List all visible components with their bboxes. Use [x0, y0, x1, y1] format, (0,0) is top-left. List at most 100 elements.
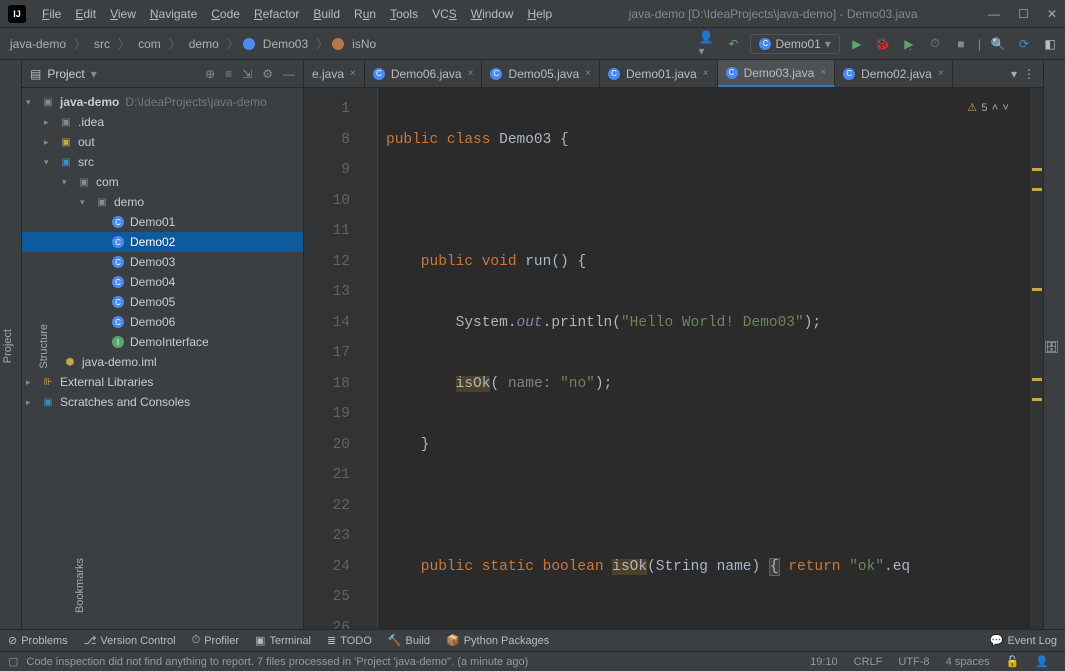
tab-demo05[interactable]: CDemo05.java×: [482, 60, 600, 87]
close-icon[interactable]: ×: [468, 68, 474, 79]
menu-navigate[interactable]: Navigate: [144, 5, 203, 23]
marker-strip[interactable]: [1029, 88, 1043, 629]
tool-build[interactable]: 🔨 Build: [388, 634, 430, 647]
menu-run[interactable]: Run: [348, 5, 382, 23]
chevron-down-icon[interactable]: ˅: [1002, 94, 1009, 125]
debug-icon[interactable]: 🐞: [874, 35, 892, 53]
tool-python[interactable]: 📦 Python Packages: [446, 634, 549, 647]
tool-eventlog[interactable]: 💬 Event Log: [990, 634, 1057, 647]
menu-window[interactable]: Window: [465, 5, 520, 23]
close-icon[interactable]: ×: [703, 68, 709, 79]
sync-icon[interactable]: ⟳: [1015, 35, 1033, 53]
menu-vcs[interactable]: VCS: [426, 5, 463, 23]
tool-project[interactable]: Project: [0, 321, 16, 371]
close-button[interactable]: ✕: [1047, 7, 1057, 21]
tab-demo01[interactable]: CDemo01.java×: [600, 60, 718, 87]
menu-refactor[interactable]: Refactor: [248, 5, 305, 23]
coverage-icon[interactable]: ▶̣: [900, 35, 918, 53]
menu-help[interactable]: Help: [521, 5, 558, 23]
tool-problems[interactable]: ⊘ Problems: [8, 634, 68, 647]
tool-terminal[interactable]: ▣ Terminal: [255, 634, 311, 647]
status-icon[interactable]: ▢: [8, 655, 18, 668]
tree-demo06[interactable]: CDemo06: [22, 312, 303, 332]
chevron-up-icon[interactable]: ˄: [992, 94, 999, 125]
class-icon: C: [112, 216, 124, 228]
readonly-icon[interactable]: 🔓: [998, 655, 1028, 668]
tree-demo02[interactable]: CDemo02: [22, 232, 303, 252]
close-icon[interactable]: ×: [820, 67, 826, 78]
class-icon: C: [759, 38, 771, 50]
search-icon[interactable]: 🔍: [989, 35, 1007, 53]
crumb-project[interactable]: java-demo: [6, 35, 70, 53]
tree-src[interactable]: ▾▣src: [22, 152, 303, 172]
run-icon[interactable]: ▶: [848, 35, 866, 53]
db-icon[interactable]: 🗄: [1044, 340, 1059, 354]
menu-build[interactable]: Build: [307, 5, 346, 23]
hide-icon[interactable]: —: [283, 67, 295, 81]
more-icon[interactable]: ⋮: [1023, 67, 1035, 81]
tool-profiler[interactable]: ⏱ Profiler: [192, 634, 239, 647]
tree-iml[interactable]: ⬢java-demo.iml: [22, 352, 303, 372]
target-icon[interactable]: ⊕: [205, 67, 215, 81]
nav-toolbar: java-demo 〉 src 〉 com 〉 demo 〉 Demo03 〉 …: [0, 28, 1065, 60]
tree-demo05[interactable]: CDemo05: [22, 292, 303, 312]
tree-ext-lib[interactable]: ▸⊪External Libraries: [22, 372, 303, 392]
expand-icon[interactable]: ⇲: [242, 67, 252, 81]
collapse-icon[interactable]: ≡: [225, 67, 232, 81]
tab-e[interactable]: e.java×: [304, 60, 365, 87]
crumb-class[interactable]: Demo03: [259, 35, 312, 53]
menu-edit[interactable]: Edit: [69, 5, 102, 23]
tree-root[interactable]: ▾▣java-demoD:\IdeaProjects\java-demo: [22, 92, 303, 112]
encoding[interactable]: UTF-8: [890, 656, 937, 668]
tool-bookmarks[interactable]: Bookmarks: [72, 550, 88, 621]
menubar: File Edit View Navigate Code Refactor Bu…: [36, 5, 558, 23]
run-config-selector[interactable]: C Demo01 ▾: [750, 34, 839, 54]
tree-demo04[interactable]: CDemo04: [22, 272, 303, 292]
tree-demo[interactable]: ▾▣demo: [22, 192, 303, 212]
tree-interface[interactable]: IDemoInterface: [22, 332, 303, 352]
minimize-button[interactable]: —: [988, 7, 1000, 21]
back-arrow-icon[interactable]: ↶: [724, 35, 742, 53]
tree-idea[interactable]: ▸▣.idea: [22, 112, 303, 132]
tab-demo06[interactable]: CDemo06.java×: [365, 60, 483, 87]
chevron-down-icon[interactable]: ▾: [1011, 67, 1017, 81]
indent[interactable]: 4 spaces: [938, 656, 998, 668]
crumb-demo[interactable]: demo: [185, 35, 223, 53]
menu-tools[interactable]: Tools: [384, 5, 424, 23]
tool-vcs[interactable]: ⎇ Version Control: [84, 634, 176, 647]
gear-icon[interactable]: ⚙: [262, 67, 273, 81]
code-editor[interactable]: public class Demo03 { public void run() …: [378, 88, 1029, 629]
maximize-button[interactable]: ☐: [1018, 7, 1029, 21]
menu-file[interactable]: File: [36, 5, 67, 23]
line-ending[interactable]: CRLF: [846, 656, 891, 668]
crumb-method[interactable]: isNo: [348, 35, 380, 53]
menu-view[interactable]: View: [104, 5, 142, 23]
inspection-widget[interactable]: ⚠ 5 ˄ ˅: [967, 94, 1009, 125]
cw-icon[interactable]: 👤: [1027, 655, 1057, 668]
chevron-down-icon[interactable]: ▾: [91, 67, 97, 81]
tree-com[interactable]: ▾▣com: [22, 172, 303, 192]
ide-icon[interactable]: ◧: [1041, 35, 1059, 53]
close-icon[interactable]: ×: [350, 68, 356, 79]
tab-demo03[interactable]: CDemo03.java×: [718, 60, 836, 87]
tree-demo01[interactable]: CDemo01: [22, 212, 303, 232]
close-icon[interactable]: ×: [585, 68, 591, 79]
tree-out[interactable]: ▸▣out: [22, 132, 303, 152]
crumb-src[interactable]: src: [90, 35, 114, 53]
caret-position[interactable]: 19:10: [802, 656, 846, 668]
run-config-label: Demo01: [775, 37, 820, 51]
user-icon[interactable]: 👤▾: [698, 35, 716, 53]
stop-icon[interactable]: ■: [952, 35, 970, 53]
menu-code[interactable]: Code: [205, 5, 246, 23]
tab-demo02[interactable]: CDemo02.java×: [835, 60, 953, 87]
project-tree: ▾▣java-demoD:\IdeaProjects\java-demo ▸▣.…: [22, 88, 303, 629]
crumb-com[interactable]: com: [134, 35, 165, 53]
tree-demo03[interactable]: CDemo03: [22, 252, 303, 272]
tool-todo[interactable]: ≣ TODO: [327, 634, 372, 647]
tool-structure[interactable]: Structure: [36, 316, 52, 377]
tree-scratches[interactable]: ▸▣Scratches and Consoles: [22, 392, 303, 412]
breadcrumb: java-demo 〉 src 〉 com 〉 demo 〉 Demo03 〉 …: [6, 35, 380, 53]
profile-icon[interactable]: ⏱: [926, 35, 944, 53]
fold-column[interactable]: [360, 88, 378, 629]
close-icon[interactable]: ×: [938, 68, 944, 79]
